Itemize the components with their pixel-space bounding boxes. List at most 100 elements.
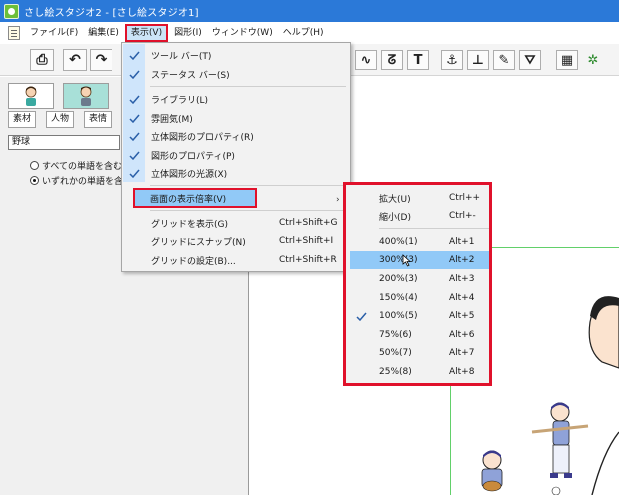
- view-menu-item-label: グリッドを表示(G): [151, 219, 228, 230]
- menu-edit[interactable]: 編集(E): [84, 24, 123, 42]
- menu-window[interactable]: ウィンドウ(W): [208, 24, 277, 42]
- text-tool-button[interactable]: T: [407, 50, 429, 70]
- redo-icon: ↷: [95, 52, 108, 68]
- view-menu-item-show-grid[interactable]: グリッドを表示(G) Ctrl+Shift+G: [123, 214, 349, 232]
- zoom-item-400[interactable]: 400%(1) Alt+1: [350, 233, 489, 251]
- zoom-item-100[interactable]: 100%(5) Alt+5: [350, 307, 489, 325]
- zoom-item-75[interactable]: 75%(6) Alt+6: [350, 326, 489, 344]
- baseball-illustration: [481, 296, 619, 495]
- category-tab-material[interactable]: 素材: [8, 111, 37, 128]
- search-option-all[interactable]: すべての単語を含む: [30, 159, 122, 172]
- view-menu-item-toolbar[interactable]: ツール バー(T): [123, 46, 349, 64]
- zoom-item-200[interactable]: 200%(3) Alt+3: [350, 270, 489, 288]
- search-option-all-label: すべての単語を含む: [42, 162, 123, 172]
- check-icon: [125, 127, 143, 145]
- zoom-item-300[interactable]: 300%(3) Alt+2: [350, 251, 489, 269]
- zoom-item-shortcut: Alt+2: [449, 255, 475, 265]
- character-tab-male[interactable]: [63, 83, 109, 109]
- view-menu-dropdown: ツール バー(T) ステータス バー(S) ライブラリ(L) 雰囲気(M) 立体…: [121, 42, 351, 272]
- settings-tool-button[interactable]: ✲: [582, 50, 604, 70]
- radio-any[interactable]: [30, 176, 39, 185]
- view-menu-item-label: 画面の表示倍率(V): [150, 194, 227, 205]
- zoom-item-zoom-in[interactable]: 拡大(U) Ctrl++: [350, 189, 489, 207]
- view-menu-item-label: ステータス バー(S): [151, 70, 230, 81]
- guide-line-vertical: [450, 369, 451, 495]
- title-bar: さし絵スタジオ2 - [さし絵スタジオ1]: [0, 0, 619, 22]
- menu-bar: ファイル(F) 編集(E) 表示(V) 図形(I) ウィンドウ(W) ヘルプ(H…: [0, 22, 619, 44]
- undo-icon: ↶: [69, 52, 81, 68]
- shape-icon: ᘔ: [387, 52, 397, 68]
- zoom-item-label: 75%(6): [379, 330, 412, 340]
- fill-icon: ⛛: [524, 52, 536, 68]
- menu-separator: [150, 86, 346, 87]
- zoom-item-shortcut: Alt+1: [449, 237, 475, 247]
- view-menu-item-shape-properties[interactable]: 図形のプロパティ(P): [123, 146, 349, 164]
- view-menu-item-label: グリッドの設定(B)...: [151, 256, 236, 267]
- menu-shape[interactable]: 図形(I): [170, 24, 206, 42]
- menu-view[interactable]: 表示(V): [124, 24, 169, 42]
- curve-icon: ∿: [360, 52, 372, 68]
- pen-tool-button[interactable]: ✎: [493, 50, 515, 70]
- view-menu-item-label: 立体図形の光源(X): [151, 169, 228, 180]
- character-tab-female[interactable]: [8, 83, 54, 109]
- fill-tool-button[interactable]: ⛛: [519, 50, 541, 70]
- document-icon: [8, 26, 20, 40]
- zoom-item-shortcut: Alt+4: [449, 293, 475, 303]
- pin-icon: ⊥: [472, 52, 484, 68]
- zoom-item-label: 50%(7): [379, 348, 412, 358]
- menu-file[interactable]: ファイル(F): [26, 24, 82, 42]
- view-menu-item-label: 図形のプロパティ(P): [151, 151, 235, 162]
- redo-button[interactable]: ↷: [90, 49, 112, 71]
- view-menu-item-label: ライブラリ(L): [151, 95, 209, 106]
- print-button[interactable]: ⎙: [30, 49, 54, 71]
- mouse-cursor-icon: [402, 254, 411, 267]
- radio-all[interactable]: [30, 161, 39, 170]
- view-menu-item-library[interactable]: ライブラリ(L): [123, 90, 349, 108]
- view-menu-item-atmosphere[interactable]: 雰囲気(M): [123, 109, 349, 127]
- zoom-item-zoom-out[interactable]: 縮小(D) Ctrl+-: [350, 207, 489, 225]
- anchor-icon: ⚓: [446, 52, 458, 68]
- search-input[interactable]: 野球: [8, 135, 120, 150]
- zoom-item-50[interactable]: 50%(7) Alt+7: [350, 344, 489, 362]
- zoom-item-shortcut: Ctrl+-: [449, 211, 476, 221]
- check-icon: [125, 65, 143, 83]
- anchor-tool-button[interactable]: ⚓: [441, 50, 463, 70]
- window-title: さし絵スタジオ2 - [さし絵スタジオ1]: [24, 7, 199, 19]
- check-icon: [125, 164, 143, 182]
- view-menu-item-grid-settings[interactable]: グリッドの設定(B)... Ctrl+Shift+R: [123, 251, 349, 269]
- pen-icon: ✎: [498, 52, 510, 68]
- view-menu-item-zoom[interactable]: 画面の表示倍率(V): [133, 188, 257, 208]
- submenu-arrow-icon: ›: [336, 195, 340, 205]
- view-menu-item-statusbar[interactable]: ステータス バー(S): [123, 65, 349, 83]
- menu-help[interactable]: ヘルプ(H): [279, 24, 328, 42]
- menu-separator: [150, 210, 346, 211]
- view-menu-item-shortcut: Ctrl+Shift+R: [279, 255, 337, 265]
- zoom-submenu: 拡大(U) Ctrl++ 縮小(D) Ctrl+- 400%(1) Alt+1 …: [343, 182, 492, 386]
- grid-tool-button[interactable]: ▦: [556, 50, 578, 70]
- print-icon: ⎙: [36, 52, 48, 68]
- view-menu-item-label: 雰囲気(M): [151, 114, 193, 125]
- zoom-item-shortcut: Ctrl++: [449, 193, 481, 203]
- view-menu-item-snap-grid[interactable]: グリッドにスナップ(N) Ctrl+Shift+I: [123, 232, 349, 250]
- check-icon: [353, 307, 369, 325]
- search-option-any[interactable]: いずれかの単語を含む: [30, 174, 132, 187]
- category-tab-expression[interactable]: 表情: [84, 111, 113, 128]
- check-icon: [125, 46, 143, 64]
- zoom-item-25[interactable]: 25%(8) Alt+8: [350, 363, 489, 381]
- zoom-item-label: 縮小(D): [379, 212, 411, 223]
- pin-tool-button[interactable]: ⊥: [467, 50, 489, 70]
- menu-separator: [150, 185, 346, 186]
- view-menu-item-label: 立体図形のプロパティ(R): [151, 132, 254, 143]
- category-tab-person[interactable]: 人物: [46, 111, 75, 128]
- curve-tool-button[interactable]: ∿: [355, 50, 377, 70]
- view-menu-item-3d-light[interactable]: 立体図形の光源(X): [123, 164, 349, 182]
- zoom-item-label: 300%(3): [379, 255, 418, 265]
- zoom-item-label: 100%(5): [379, 311, 418, 321]
- shape-tool-button[interactable]: ᘔ: [381, 50, 403, 70]
- zoom-item-150[interactable]: 150%(4) Alt+4: [350, 289, 489, 307]
- undo-button[interactable]: ↶: [63, 49, 87, 71]
- zoom-item-shortcut: Alt+5: [449, 311, 475, 321]
- zoom-item-shortcut: Alt+3: [449, 274, 475, 284]
- view-menu-item-3d-properties[interactable]: 立体図形のプロパティ(R): [123, 127, 349, 145]
- gear-icon: ✲: [587, 52, 599, 68]
